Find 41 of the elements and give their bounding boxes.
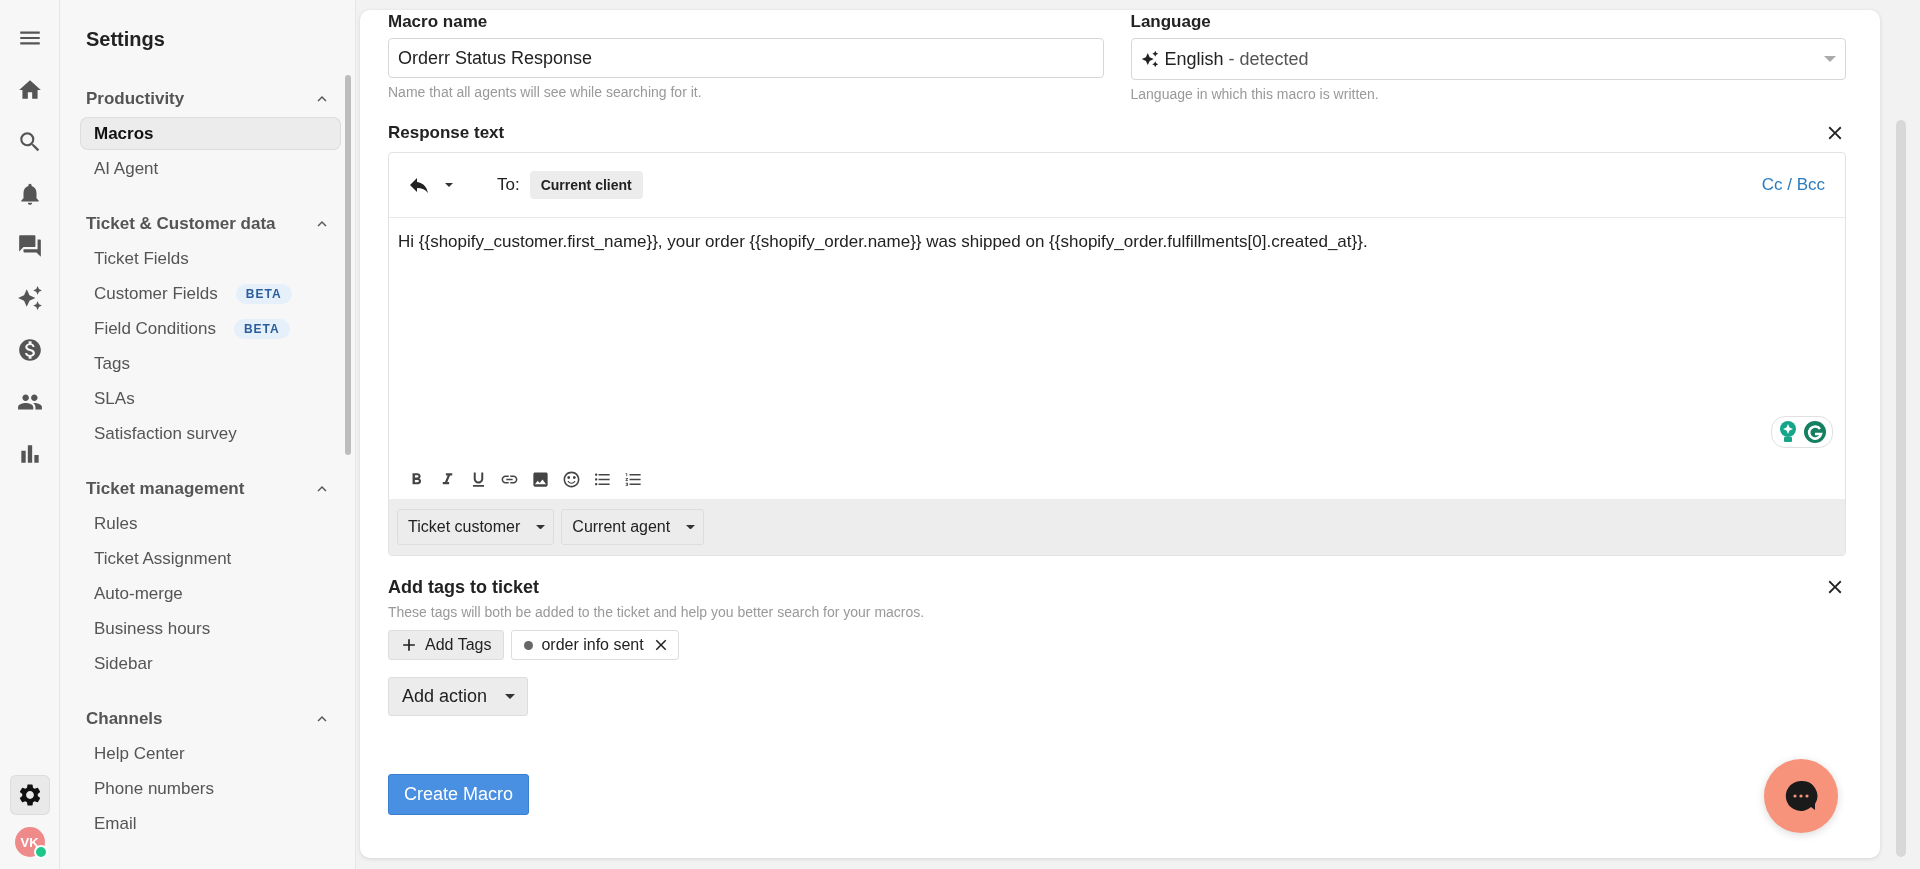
help-text: Language in which this macro is written. [1130, 86, 1380, 102]
macro-name-field[interactable]: Orderr Status Response [388, 38, 1104, 78]
section-heading: Ticket management [86, 479, 245, 499]
section-heading: Ticket & Customer data [86, 214, 276, 234]
language-select[interactable]: English - detected [1130, 38, 1846, 80]
help-text: These tags will both be added to the ticket and help you better search for your macros. [388, 604, 926, 620]
sidebar-item[interactable]: Customer Fields BETA [80, 277, 341, 310]
section-heading: Productivity [86, 89, 185, 109]
sidebar-title: Settings [86, 28, 166, 51]
beta-badge: BETA [235, 283, 292, 304]
sidebar-item[interactable]: AI Agent [80, 152, 341, 185]
sidebar-item[interactable]: Field Conditions BETA [80, 312, 341, 345]
add-action-button[interactable]: Add action [388, 677, 529, 716]
variable-dropdown[interactable]: Ticket customer [397, 509, 555, 545]
help-text: Name that all agents will see while searching for it. [388, 84, 703, 100]
sidebar-item[interactable]: Ticket Assignment [80, 542, 341, 575]
field-label: Language [1130, 12, 1212, 32]
tag-chip[interactable]: order info sent [511, 630, 679, 660]
beta-badge: BETA [233, 318, 290, 339]
sidebar-item[interactable]: Tags [80, 347, 341, 380]
add-tags-button[interactable]: Add Tags [388, 630, 505, 660]
sidebar-item[interactable]: Sidebar [80, 647, 341, 680]
response-body-text[interactable]: Hi {{shopify_customer.first_name}}, your order {{shopify_order.name}} was shipped on {{shopify_order.fulfillments[0].created_at}}. [398, 232, 1368, 251]
sidebar-item[interactable]: Macros [80, 117, 341, 150]
sidebar-item[interactable]: Ticket Fields [80, 242, 341, 275]
sidebar-item[interactable]: Rules [80, 507, 341, 540]
sidebar-item[interactable]: Phone numbers [80, 772, 341, 805]
sidebar-item[interactable]: SLAs [80, 382, 341, 415]
sidebar-item[interactable]: Auto-merge [80, 577, 341, 610]
cc-bcc-link[interactable]: Cc / Bcc [1761, 175, 1825, 195]
to-label: To: [497, 175, 520, 195]
sidebar-item[interactable]: Email [80, 807, 341, 840]
variable-dropdown[interactable]: Current agent [561, 509, 705, 545]
section-title: Response text [388, 123, 505, 143]
recipient-chip[interactable]: Current client [529, 171, 643, 199]
section-heading: Channels [86, 709, 163, 729]
section-title: Add tags to ticket [388, 576, 539, 598]
sidebar-item[interactable]: Help Center [80, 737, 341, 770]
sidebar-item[interactable]: Business hours [80, 612, 341, 645]
field-label: Macro name [388, 12, 489, 32]
sidebar-item[interactable]: Satisfaction survey [80, 417, 341, 450]
